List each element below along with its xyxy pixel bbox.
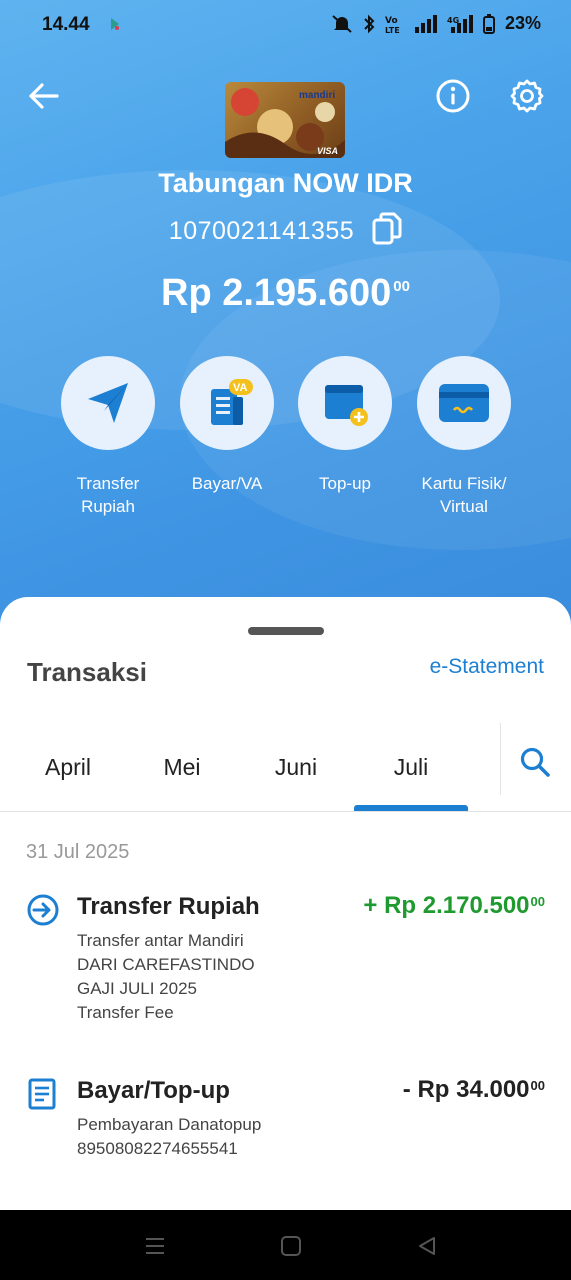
tab-april[interactable]: April: [11, 723, 125, 811]
recent-apps-button[interactable]: [141, 1232, 169, 1260]
menu-bayar-va[interactable]: VA Bayar/VA: [172, 356, 282, 495]
transaction-amount-value: + Rp 2.170.500: [363, 892, 530, 919]
card-bank-name: mandiri: [299, 90, 335, 101]
transaction-row[interactable]: Transfer Rupiah + Rp 2.170.50000 Transfe…: [0, 892, 571, 1025]
menu-label-line1: Top-up: [319, 474, 371, 493]
status-icons: Vo LTE 4G 23%: [331, 13, 541, 34]
transaction-amount-cents: 00: [530, 1078, 545, 1093]
sheet-drag-handle[interactable]: [248, 627, 324, 635]
description-line: Transfer Fee: [77, 1003, 174, 1022]
date-group-header: 31 Jul 2025: [26, 841, 130, 863]
copy-button[interactable]: [372, 212, 402, 251]
transaction-name: Bayar/Top-up: [77, 1077, 230, 1104]
transaction-amount: - Rp 34.00000: [403, 1076, 545, 1104]
menu-transfer-rupiah[interactable]: Transfer Rupiah: [53, 356, 163, 518]
menu-label-line1: Bayar/VA: [191, 474, 263, 493]
active-tab-indicator: [354, 805, 468, 811]
transaction-name: Transfer Rupiah: [77, 893, 260, 920]
transaction-amount-value: - Rp 34.000: [402, 1076, 530, 1103]
menu-icon-circle: [61, 356, 155, 450]
balance-cents: 00: [393, 278, 410, 295]
incoming-transfer-icon: [27, 894, 59, 926]
menu-label: Kartu Fisik/Virtual: [409, 472, 519, 518]
back-nav-button[interactable]: [413, 1232, 441, 1260]
transaction-description: Transfer antar Mandiri DARI CAREFASTINDO…: [77, 929, 255, 1025]
bluetooth-icon: [364, 14, 375, 33]
menu-label-line1: Transfer: [76, 474, 140, 493]
settings-button[interactable]: [505, 74, 549, 118]
transaction-description: Pembayaran Danatopup 89508082274655541: [77, 1113, 261, 1161]
month-tabs: April Mei Juni Juli: [0, 723, 571, 812]
search-icon: [520, 747, 550, 777]
battery-percent: 23%: [504, 13, 541, 33]
transaction-row[interactable]: Bayar/Top-up - Rp 34.00000 Pembayaran Da…: [0, 1076, 571, 1167]
search-button[interactable]: [510, 737, 560, 787]
menu-label: Bayar/VA: [172, 472, 282, 495]
volte-icon: VoLTE: [385, 16, 400, 34]
status-bar: 14.44 Vo LTE 4G 23%: [0, 0, 571, 52]
account-header: 14.44 Vo LTE 4G 23% mandiri VISA Tabunga…: [0, 0, 571, 640]
account-number-row: 1070021141355: [0, 212, 571, 251]
tab-mei[interactable]: Mei: [125, 723, 239, 811]
receipt-icon: [28, 1078, 56, 1110]
menu-kartu-fisik-virtual[interactable]: Kartu Fisik/Virtual: [409, 356, 519, 518]
paper-plane-icon: [88, 383, 128, 423]
square-icon: [281, 1236, 301, 1256]
bill-va-icon: VA: [211, 379, 253, 425]
transactions-title: Transaksi: [27, 657, 147, 687]
description-line: Pembayaran Danatopup: [77, 1115, 262, 1134]
signal-icon: [414, 14, 437, 33]
menu-lines-icon: [146, 1238, 164, 1254]
signal-4g-icon: 4G: [447, 14, 473, 33]
transaction-amount-cents: 00: [530, 894, 545, 909]
menu-label-line2: Rupiah: [81, 497, 135, 516]
battery-icon: [482, 13, 495, 34]
tab-divider: [500, 723, 501, 795]
transaction-amount: + Rp 2.170.50000: [363, 892, 545, 920]
balance-amount: Rp 2.195.600: [161, 272, 392, 314]
info-icon: [436, 79, 470, 113]
gear-icon: [510, 79, 544, 113]
card-brand: VISA: [317, 146, 338, 156]
menu-icon-circle: [298, 356, 392, 450]
wallet-topup-icon: [325, 385, 368, 426]
card-icon: [439, 384, 489, 422]
menu-label-line2: Virtual: [440, 497, 488, 516]
transactions-sheet: Transaksi e-Statement April Mei Juni Jul…: [0, 597, 571, 1210]
description-line: GAJI JULI 2025: [77, 979, 198, 998]
description-line: DARI CAREFASTINDO: [77, 955, 255, 974]
svg-text:LTE: LTE: [385, 26, 400, 34]
description-line: 89508082274655541: [77, 1139, 238, 1158]
account-number: 1070021141355: [168, 217, 355, 245]
home-button[interactable]: [277, 1232, 305, 1260]
tab-juli[interactable]: Juli: [354, 723, 468, 811]
arrow-left-icon: [29, 83, 59, 109]
mute-icon: [332, 14, 352, 33]
svg-text:VA: VA: [233, 382, 248, 394]
card-art: mandiri VISA: [225, 88, 345, 158]
system-nav-bar: [0, 1210, 571, 1280]
account-name: Tabungan NOW IDR: [158, 168, 413, 198]
account-balance: Rp 2.195.600 00: [0, 272, 571, 315]
debit-card-image[interactable]: mandiri VISA: [225, 82, 345, 158]
triangle-back-icon: [419, 1237, 435, 1255]
svg-text:Vo: Vo: [385, 16, 398, 26]
menu-icon-circle: [417, 356, 511, 450]
status-time: 14.44: [42, 14, 90, 35]
menu-label-line1: Kartu Fisik/: [421, 474, 507, 493]
notification-icon: [108, 16, 122, 37]
menu-icon-circle: VA: [180, 356, 274, 450]
tab-juni[interactable]: Juni: [239, 723, 353, 811]
back-button[interactable]: [22, 74, 66, 118]
e-statement-link[interactable]: e-Statement: [430, 655, 544, 679]
description-line: Transfer antar Mandiri: [77, 931, 244, 950]
menu-top-up[interactable]: Top-up: [290, 356, 400, 495]
menu-label: Top-up: [290, 472, 400, 495]
info-button[interactable]: [431, 74, 475, 118]
copy-icon: [372, 212, 402, 245]
menu-label: Transfer Rupiah: [53, 472, 163, 518]
